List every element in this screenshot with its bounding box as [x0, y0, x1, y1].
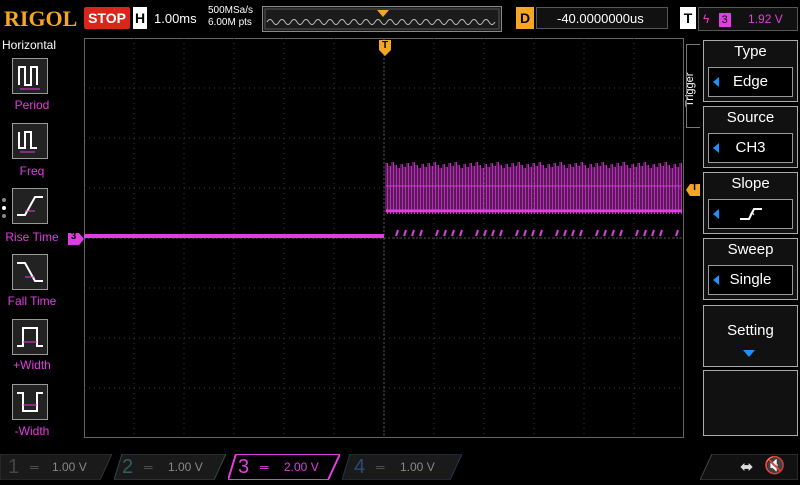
trigger-level-marker[interactable]: T: [686, 182, 700, 196]
channel-4-number: 4: [354, 456, 366, 478]
trigger-source-menu[interactable]: Source CH3: [703, 106, 798, 168]
trigger-slope-menu[interactable]: Slope: [703, 172, 798, 234]
trigger-slope-value[interactable]: [708, 199, 793, 229]
ch3-marker-label: 3: [70, 231, 77, 242]
channel-2-number: 2: [122, 456, 134, 478]
page-dot: [2, 206, 6, 210]
run-stop-indicator[interactable]: STOP: [84, 7, 130, 29]
memory-depth: 6.00M pts: [208, 17, 252, 28]
negative-width-icon: [17, 392, 43, 412]
trigger-source-value[interactable]: CH3: [708, 133, 793, 163]
trigger-level-value: 1.92 V: [748, 12, 783, 26]
menu-title: Sweep: [727, 241, 774, 258]
trigger-sweep-menu[interactable]: Sweep Single: [703, 238, 798, 300]
timebase-label[interactable]: H: [133, 7, 147, 29]
channel-1-scale: 1.00 V: [52, 460, 87, 474]
rise-time-label: Rise Time: [5, 230, 59, 244]
period-label: Period: [14, 98, 50, 112]
left-arrow-icon: [713, 77, 719, 87]
rise-time-icon: [17, 196, 43, 216]
panel-title: Horizontal: [1, 38, 57, 52]
fall-time-button[interactable]: [12, 254, 48, 290]
freq-button[interactable]: [12, 123, 48, 159]
freq-label: Freq: [19, 164, 45, 178]
trigger-setting-menu[interactable]: Setting: [703, 305, 798, 367]
fall-time-icon: [17, 262, 43, 282]
trigger-position-marker[interactable]: T: [379, 40, 391, 56]
page-dot: [2, 214, 6, 218]
menu-title: Slope: [731, 175, 770, 192]
empty-menu-slot: [703, 370, 798, 436]
trigger-type-value[interactable]: Edge: [708, 67, 793, 97]
ch3-low-pulses: [395, 229, 679, 237]
edge-trigger-icon: ϟ: [703, 12, 710, 26]
channel-4-tab[interactable]: 4 ═ 1.00 V: [342, 454, 462, 480]
neg-width-label: -Width: [14, 424, 50, 438]
pos-width-button[interactable]: [12, 319, 48, 355]
menu-title: Type: [734, 43, 767, 60]
rise-time-button[interactable]: [12, 188, 48, 224]
delay-label[interactable]: D: [516, 7, 534, 29]
acquisition-info: 500MSa/s 6.00M pts: [208, 5, 253, 29]
channel-2-scale: 1.00 V: [168, 460, 203, 474]
period-button[interactable]: [12, 58, 48, 94]
freq-icon: [18, 131, 37, 153]
speaker-muted-icon: 🔇: [764, 456, 786, 475]
trigger-source-badge: 3: [718, 13, 731, 27]
memory-waveform-preview: [264, 8, 500, 30]
fall-time-label: Fall Time: [7, 294, 57, 308]
dc-coupling-icon: ═: [144, 460, 153, 474]
dc-coupling-icon: ═: [260, 460, 269, 474]
trigger-type-menu[interactable]: Type Edge: [703, 40, 798, 102]
menu-title: Setting: [727, 322, 774, 339]
channel-3-scale: 2.00 V: [284, 460, 319, 474]
memory-trigger-marker: [377, 10, 389, 17]
waveform-display[interactable]: [84, 38, 684, 438]
trigger-sweep-value[interactable]: Single: [708, 265, 793, 295]
submenu-down-icon: [743, 350, 755, 357]
ch3-offset-marker[interactable]: 3: [68, 231, 84, 245]
left-arrow-icon: [713, 209, 719, 219]
trigger-level-marker-label: T: [691, 182, 698, 193]
channel-1-tab[interactable]: 1 ═ 1.00 V: [0, 454, 112, 480]
channel-4-scale: 1.00 V: [400, 460, 435, 474]
left-arrow-icon: [713, 275, 719, 285]
rising-edge-icon: [739, 208, 762, 221]
brand-logo: RIGOL: [4, 6, 78, 31]
channel-3-tab[interactable]: 3 ═ 2.00 V: [228, 454, 340, 480]
trigger-marker-label: T: [381, 40, 389, 51]
left-arrow-icon: [713, 143, 719, 153]
dc-coupling-icon: ═: [376, 460, 385, 474]
positive-width-icon: [17, 327, 43, 347]
period-icon: [18, 66, 40, 90]
trigger-label[interactable]: T: [680, 7, 696, 29]
pos-width-label: +Width: [13, 358, 51, 372]
delay-value[interactable]: -40.0000000us: [536, 7, 668, 29]
neg-width-button[interactable]: [12, 384, 48, 420]
usb-icon: ⬌: [740, 459, 754, 476]
sample-rate: 500MSa/s: [208, 5, 254, 16]
trigger-menu-bracket: [686, 44, 700, 128]
memory-overview-bar[interactable]: [262, 6, 502, 32]
channel-3-number: 3: [238, 456, 250, 478]
channel-2-tab[interactable]: 2 ═ 1.00 V: [114, 454, 226, 480]
trigger-status-box[interactable]: ϟ 3 1.92 V: [698, 7, 798, 31]
system-status-area: ⬌ 🔇: [699, 453, 799, 481]
timebase-value[interactable]: 1.00ms: [154, 11, 197, 26]
dc-coupling-icon: ═: [30, 460, 39, 474]
menu-title: Source: [726, 109, 775, 126]
ch3-waveform: [84, 162, 682, 238]
channel-1-number: 1: [8, 456, 20, 478]
page-dot: [2, 198, 6, 202]
